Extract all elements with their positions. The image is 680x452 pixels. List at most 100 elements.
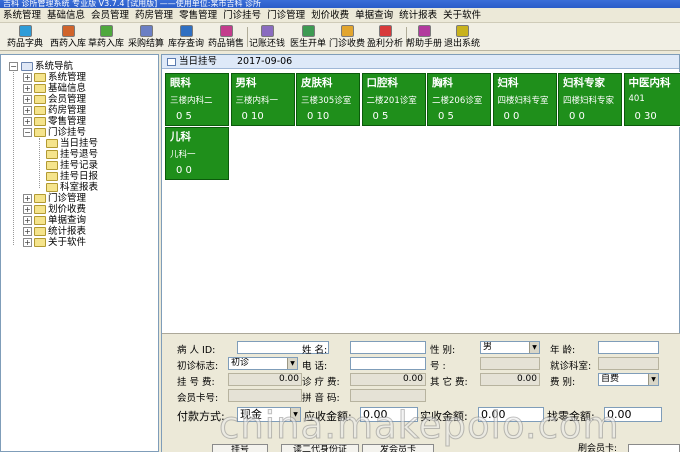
other-fee-field[interactable]: 0.00 — [480, 373, 540, 386]
chevron-down-icon: ▼ — [529, 342, 539, 353]
toolbar-button-8[interactable]: 门诊收费 — [327, 24, 367, 50]
nav-item-7[interactable]: + 划价收费 — [1, 204, 151, 215]
nav-item-10[interactable]: + 关于软件 — [1, 237, 151, 248]
expand-icon[interactable]: + — [23, 117, 32, 126]
menu-item-7[interactable]: 划价收费 — [308, 8, 352, 23]
nav-root-label: 系统导航 — [35, 61, 74, 72]
menu-item-0[interactable]: 系统管理 — [0, 8, 44, 23]
department-location: 三楼内科一 — [235, 96, 279, 106]
department-card[interactable]: 皮肤科 三楼305诊室 0 10 — [295, 72, 361, 127]
expand-icon[interactable]: + — [23, 227, 32, 236]
expand-icon[interactable]: + — [23, 216, 32, 225]
toolbar-button-5[interactable]: 药品销售 — [206, 24, 246, 50]
toolbar-label: 采购结算 — [127, 39, 164, 49]
menu-item-6[interactable]: 门诊管理 — [264, 8, 308, 23]
nav-item-0[interactable]: + 系统管理 — [1, 72, 151, 83]
menu-item-1[interactable]: 基础信息 — [44, 8, 88, 23]
toolbar-button-7[interactable]: 医生开单 — [288, 24, 328, 50]
stock-query-icon — [179, 25, 193, 37]
folder-icon — [34, 194, 46, 203]
menu-item-3[interactable]: 药房管理 — [132, 8, 176, 23]
name-field[interactable] — [350, 341, 426, 354]
nav-item-3[interactable]: + 药房管理 — [1, 105, 151, 116]
toolbar-button-3[interactable]: 采购结算 — [126, 24, 166, 50]
nav-child-2[interactable]: 挂号记录 — [1, 160, 151, 171]
toolbar-label: 西药入库 — [49, 39, 86, 49]
menu-item-10[interactable]: 关于软件 — [440, 8, 484, 23]
cashier-icon — [340, 25, 354, 37]
computer-icon — [21, 62, 33, 71]
department-location: 三楼305诊室 — [301, 96, 352, 106]
nav-item-4[interactable]: + 零售管理 — [1, 116, 151, 127]
nav-item-5[interactable]: − 门诊挂号 — [1, 127, 151, 138]
nav-item-8[interactable]: + 单据查询 — [1, 215, 151, 226]
gender-select[interactable]: 男 ▼ — [480, 341, 540, 354]
department-card[interactable]: 男科 三楼内科一 0 10 — [229, 72, 296, 127]
expand-icon[interactable]: + — [23, 205, 32, 214]
room-label: 就诊科室: — [550, 361, 592, 372]
toolbar-button-0[interactable]: 药品字典 — [4, 24, 46, 50]
toolbar-button-2[interactable]: 草药入库 — [86, 24, 126, 50]
nav-child-3[interactable]: 挂号日报 — [1, 171, 151, 182]
department-card[interactable]: 胸科 二楼206诊室 0 5 — [426, 72, 492, 127]
nav-child-0[interactable]: 当日挂号 — [1, 138, 151, 149]
department-name: 皮肤科 — [301, 77, 333, 89]
department-card[interactable]: 妇科专家 四楼妇科专家 0 0 — [557, 72, 623, 127]
tab-today-register[interactable]: 当日挂号 — [179, 56, 217, 68]
toolbar-button-11[interactable]: 退出系统 — [444, 24, 480, 50]
nav-item-label: 系统管理 — [48, 72, 87, 83]
toolbar-button-4[interactable]: 库存查询 — [166, 24, 206, 50]
toolbar-button-10[interactable]: 帮助手册 — [404, 24, 444, 50]
menu-item-9[interactable]: 统计报表 — [396, 8, 440, 23]
expand-icon[interactable]: + — [23, 194, 32, 203]
department-card[interactable]: 妇科 四楼妇科专室 0 0 — [491, 72, 558, 127]
nav-item-2[interactable]: + 会员管理 — [1, 94, 151, 105]
phone-field[interactable] — [350, 357, 426, 370]
phone-label: 电 话: — [302, 361, 328, 372]
reg-fee-field[interactable]: 0.00 — [228, 373, 302, 386]
age-field[interactable] — [598, 341, 659, 354]
pinyin-field[interactable] — [350, 389, 426, 402]
expand-icon[interactable]: + — [23, 106, 32, 115]
number-field[interactable] — [480, 357, 540, 370]
room-field[interactable] — [598, 357, 659, 370]
department-name: 妇科 — [497, 77, 519, 89]
member-card-field[interactable] — [228, 389, 302, 402]
toolbar-button-1[interactable]: 西药入库 — [48, 24, 88, 50]
nav-child-4[interactable]: 科室报表 — [1, 182, 151, 193]
nav-root[interactable]: − 系统导航 — [1, 61, 151, 72]
menu-bar: 系统管理 基础信息 会员管理 药房管理 零售管理 门诊挂号 门诊管理 划价收费 单据查询 统计报表… — [0, 8, 680, 23]
menu-item-8[interactable]: 单据查询 — [352, 8, 396, 23]
exit-icon — [455, 25, 469, 37]
nav-item-6[interactable]: + 门诊管理 — [1, 193, 151, 204]
nav-item-label: 划价收费 — [48, 204, 87, 215]
department-card[interactable]: 眼科 三楼内科二 0 5 — [164, 72, 230, 127]
toolbar-button-9[interactable]: 盈利分析 — [365, 24, 405, 50]
expand-icon[interactable]: + — [23, 238, 32, 247]
nav-child-1[interactable]: 挂号退号 — [1, 149, 151, 160]
nav-item-1[interactable]: + 基础信息 — [1, 83, 151, 94]
visit-flag-select[interactable]: 初诊 ▼ — [228, 357, 298, 370]
expand-icon[interactable]: + — [23, 95, 32, 104]
herb-icon — [99, 25, 113, 37]
watermark: china.makepolo.com — [219, 404, 620, 448]
menu-item-4[interactable]: 零售管理 — [176, 8, 220, 23]
expand-icon[interactable]: + — [23, 84, 32, 93]
visit-flag-label: 初诊标志: — [177, 361, 219, 372]
nav-item-label: 关于软件 — [48, 237, 87, 248]
fee-type-select[interactable]: 自费 ▼ — [598, 373, 659, 386]
menu-item-2[interactable]: 会员管理 — [88, 8, 132, 23]
expand-icon[interactable]: + — [23, 73, 32, 82]
toolbar-button-6[interactable]: 记账还钱 — [247, 24, 287, 50]
collapse-icon[interactable]: − — [9, 62, 18, 71]
toolbar-label: 门诊收费 — [328, 39, 365, 49]
nav-item-9[interactable]: + 统计报表 — [1, 226, 151, 237]
menu-item-5[interactable]: 门诊挂号 — [220, 8, 264, 23]
department-card[interactable]: 口腔科 二楼201诊室 0 5 — [360, 72, 427, 127]
folder-icon — [34, 227, 46, 236]
collapse-icon[interactable]: − — [23, 128, 32, 137]
consult-fee-field[interactable]: 0.00 — [350, 373, 426, 386]
swipe-member-card-field[interactable] — [628, 444, 680, 452]
department-card[interactable]: 儿科 儿科一 0 0 — [164, 126, 230, 181]
department-card[interactable]: 中医内科 401 0 30 — [622, 72, 680, 127]
